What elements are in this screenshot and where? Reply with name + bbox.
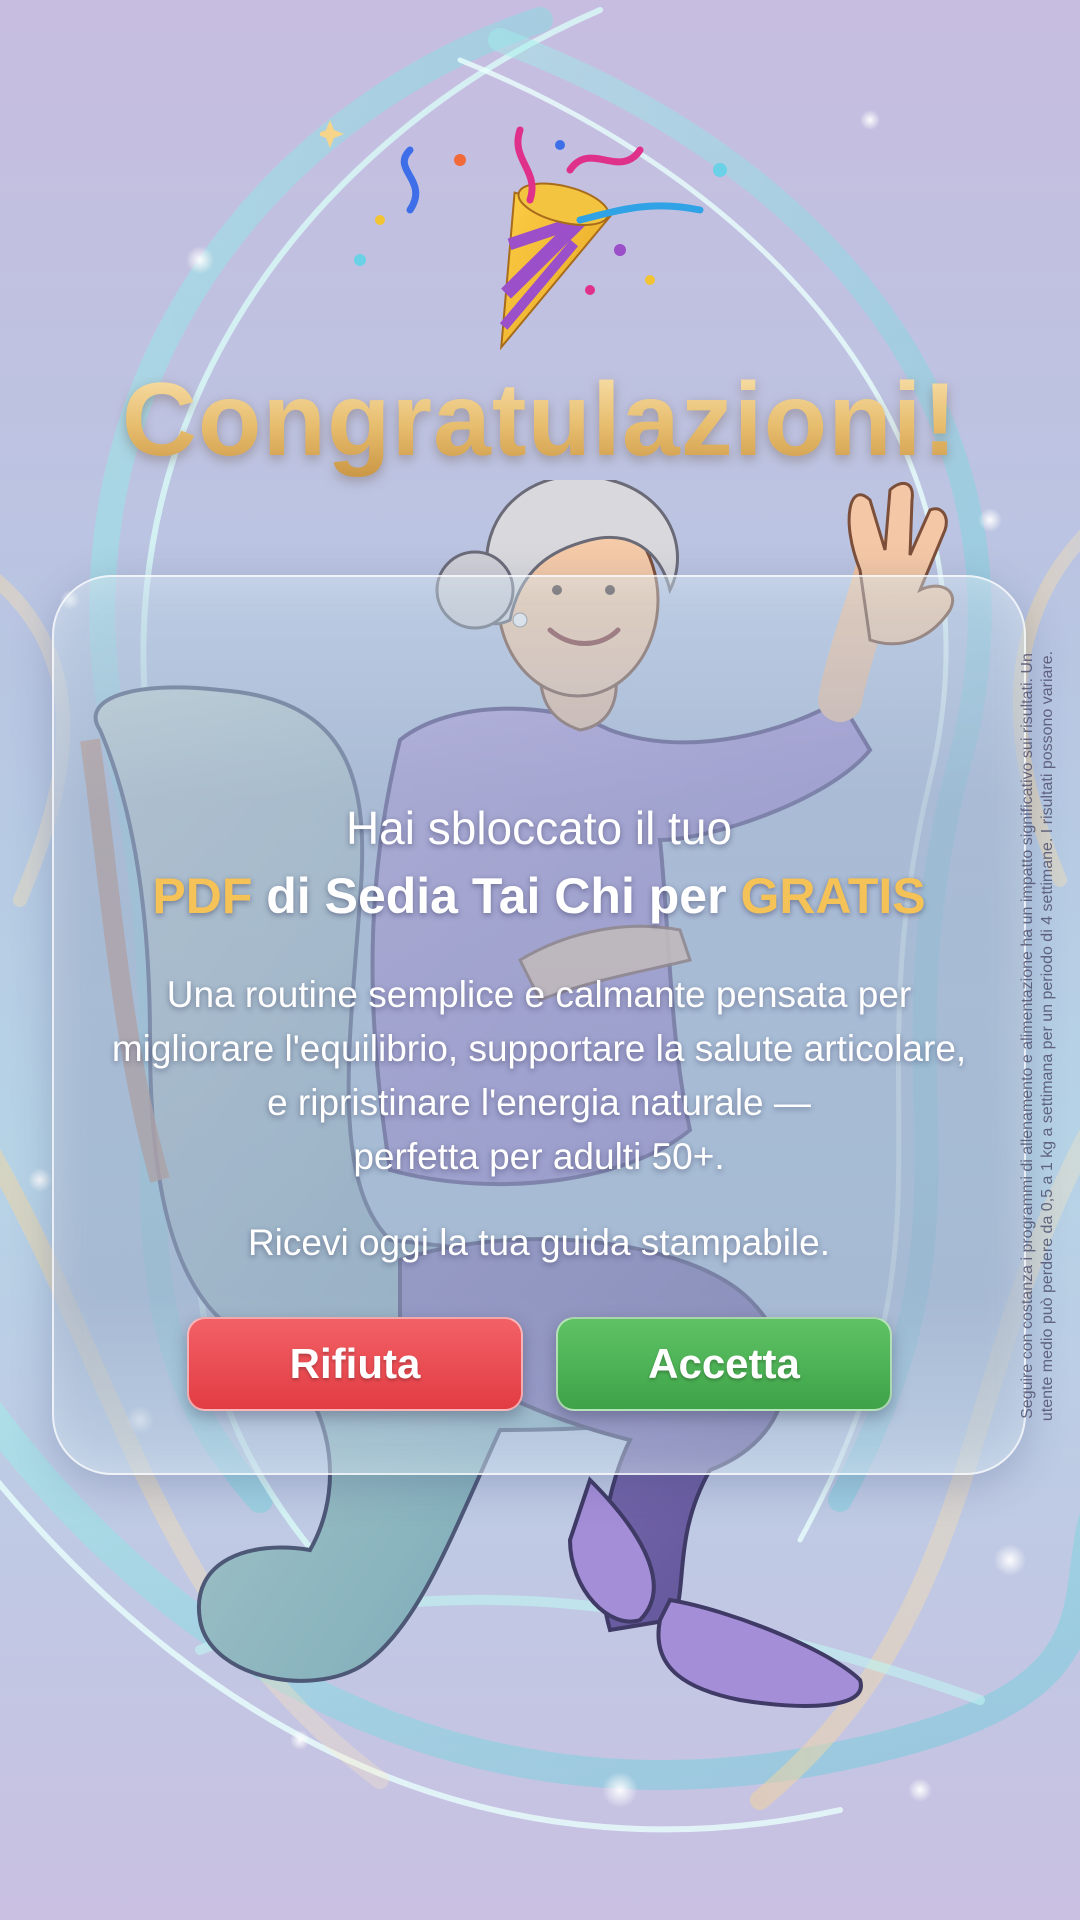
offer-title-middle: di Sedia Tai Chi per <box>252 868 741 924</box>
disclaimer-line: Seguire con costanza i programmi di alle… <box>1019 653 1036 1419</box>
description-line: e ripristinare l'energia naturale — <box>267 1082 811 1123</box>
accept-button[interactable]: Accetta <box>556 1317 892 1411</box>
decline-button[interactable]: Rifiuta <box>187 1317 523 1411</box>
party-popper-icon <box>320 120 727 350</box>
description-line: perfetta per adulti 50+. <box>353 1136 725 1177</box>
offer-title: PDF di Sedia Tai Chi per GRATIS <box>52 864 1026 928</box>
description-line: migliorare l'equilibrio, supportare la s… <box>111 1028 967 1069</box>
cta-text: Ricevi oggi la tua guida stampabile. <box>247 1222 831 1263</box>
disclaimer-line: utente medio può perdere da 0,5 a 1 kg a… <box>1039 650 1056 1422</box>
offer-highlight-pdf: PDF <box>152 868 253 924</box>
offer-description: Una routine semplice e calmante pensata … <box>60 968 1018 1184</box>
description-line: Una routine semplice e calmante pensata … <box>166 974 912 1015</box>
headline-title: Congratulazioni! <box>0 360 1080 480</box>
offer-highlight-free: GRATIS <box>740 868 926 924</box>
offer-intro: Hai sbloccato il tuo <box>345 802 733 854</box>
results-disclaimer: Seguire con costanza i programmi di alle… <box>1018 626 1058 1446</box>
